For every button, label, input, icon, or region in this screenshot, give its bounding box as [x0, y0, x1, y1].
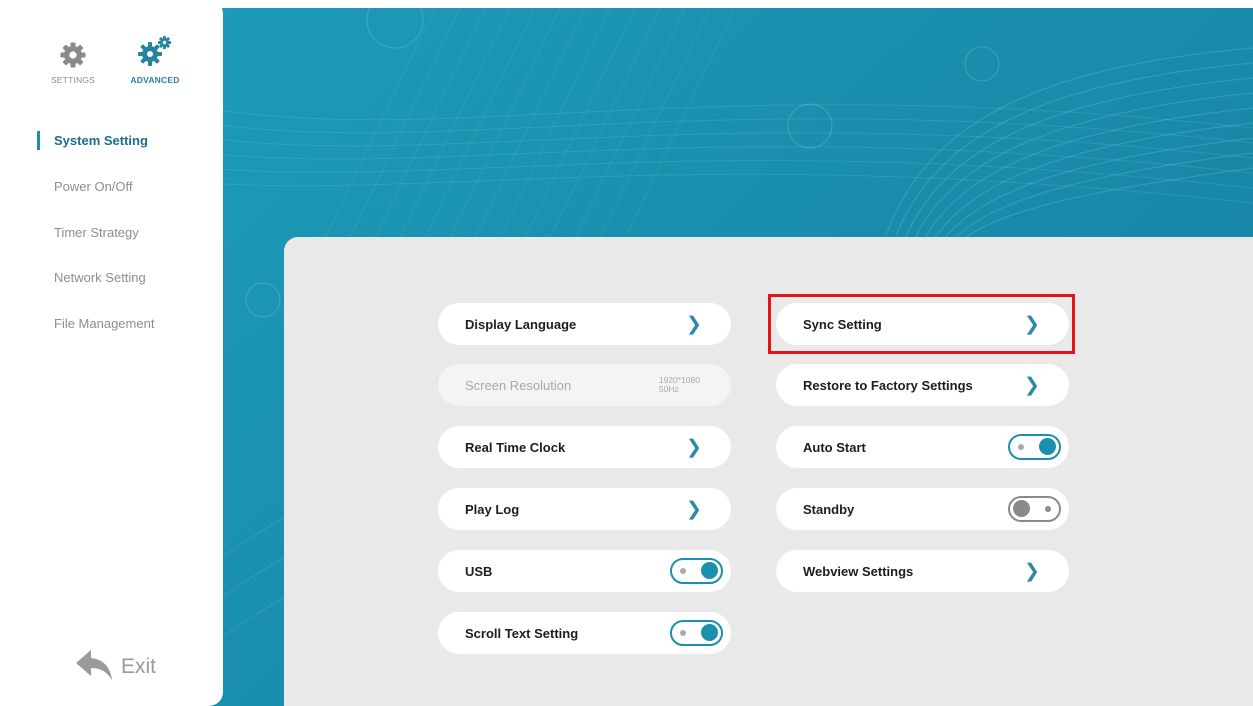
standby-row: Standby: [776, 488, 1069, 530]
row-label: Display Language: [465, 316, 577, 332]
webview-settings-row[interactable]: Webview Settings ❯: [776, 550, 1069, 592]
scroll-text-toggle[interactable]: [670, 620, 723, 646]
auto-start-row: Auto Start: [776, 426, 1069, 468]
row-label: Standby: [803, 501, 855, 517]
resolution-refresh: 50Hz: [658, 384, 679, 394]
sidebar-item-file-management[interactable]: File Management: [54, 314, 154, 334]
restore-factory-settings-row[interactable]: Restore to Factory Settings ❯: [776, 364, 1069, 406]
chevron-right-icon: ❯: [686, 498, 702, 520]
row-label: Screen Resolution: [465, 377, 572, 393]
display-language-row[interactable]: Display Language ❯: [438, 303, 731, 345]
chevron-right-icon: ❯: [686, 436, 702, 458]
auto-start-toggle[interactable]: [1008, 434, 1061, 460]
tab-label: SETTINGS: [50, 75, 96, 85]
sidebar-item-network-setting[interactable]: Network Setting: [54, 268, 146, 288]
screen-resolution-row: Screen Resolution 1920*1080 50Hz: [438, 364, 731, 406]
chevron-right-icon: ❯: [686, 313, 702, 335]
active-nav-indicator: [37, 131, 40, 150]
tab-label: ADVANCED: [130, 75, 180, 85]
chevron-right-icon: ❯: [1024, 374, 1040, 396]
sidebar-item-timer-strategy[interactable]: Timer Strategy: [54, 223, 139, 243]
row-label: Scroll Text Setting: [465, 625, 579, 641]
usb-row: USB: [438, 550, 731, 592]
chevron-right-icon: ❯: [1024, 560, 1040, 582]
tab-settings[interactable]: SETTINGS: [38, 30, 108, 90]
exit-label: Exit: [121, 655, 157, 678]
row-label: Play Log: [465, 501, 520, 517]
back-arrow-icon: [76, 649, 114, 685]
row-label: Webview Settings: [803, 563, 914, 579]
gear-icon: [60, 30, 86, 68]
sync-setting-row[interactable]: Sync Setting ❯: [776, 303, 1069, 345]
row-label: Real Time Clock: [465, 439, 566, 455]
exit-button[interactable]: Exit: [76, 649, 157, 685]
row-label: Auto Start: [803, 439, 866, 455]
chevron-right-icon: ❯: [1024, 313, 1040, 335]
gears-icon: [138, 30, 172, 68]
sidebar: SETTINGS ADVANCED System Setting Power O…: [0, 0, 223, 706]
play-log-row[interactable]: Play Log ❯: [438, 488, 731, 530]
scroll-text-setting-row: Scroll Text Setting: [438, 612, 731, 654]
sidebar-item-power-on-off[interactable]: Power On/Off: [54, 177, 133, 197]
standby-toggle[interactable]: [1008, 496, 1061, 522]
settings-panel: [284, 237, 1253, 706]
usb-toggle[interactable]: [670, 558, 723, 584]
row-label: USB: [465, 563, 493, 579]
row-label: Sync Setting: [803, 316, 882, 332]
real-time-clock-row[interactable]: Real Time Clock ❯: [438, 426, 731, 468]
tab-advanced[interactable]: ADVANCED: [120, 30, 190, 90]
row-label: Restore to Factory Settings: [803, 377, 973, 393]
resolution-value: 1920*1080 50Hz: [659, 376, 700, 394]
sidebar-item-system-setting[interactable]: System Setting: [54, 131, 148, 151]
